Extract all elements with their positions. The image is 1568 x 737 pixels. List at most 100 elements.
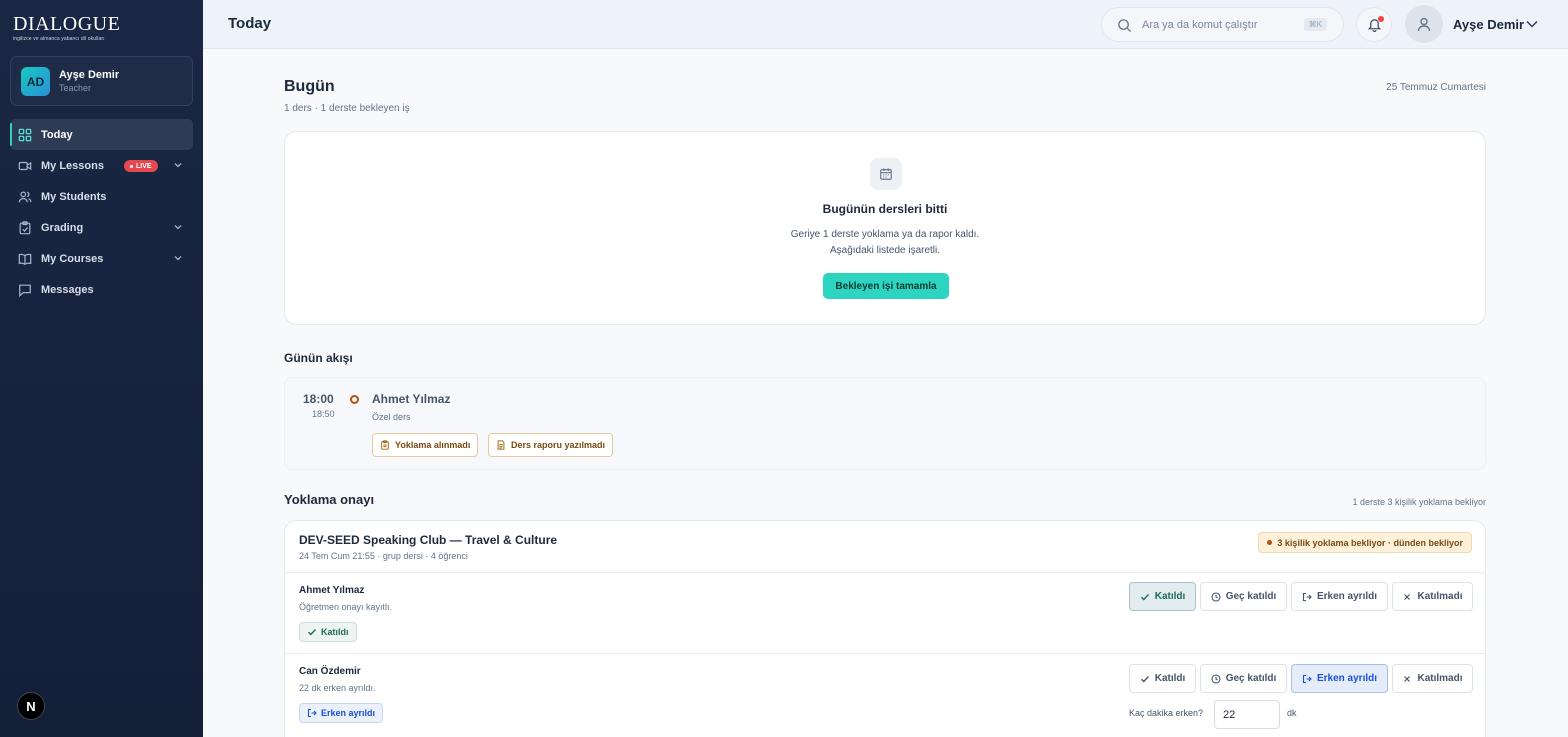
chevron-down-icon[interactable]	[173, 253, 183, 263]
option-label: Katılmadı	[1417, 673, 1463, 684]
pending-badge-label: 3 kişilik yoklama bekliyor · dünden bekl…	[1277, 537, 1463, 548]
option-label: Erken ayrıldı	[1316, 673, 1378, 684]
video-icon	[18, 161, 32, 170]
option-label: Geç katıldı	[1225, 591, 1277, 602]
chevron-down-icon[interactable]	[173, 222, 183, 232]
page-title: Today	[228, 15, 272, 32]
late-option[interactable]: Geç katıldı	[1200, 582, 1287, 611]
document-icon	[497, 440, 505, 450]
exit-icon	[307, 708, 317, 718]
clipboard-icon	[381, 440, 389, 450]
attendance-meta: 1 derste 3 kişilik yoklama bekliyor	[1352, 497, 1486, 507]
user-menu-avatar[interactable]	[1405, 5, 1443, 43]
close-icon	[1404, 675, 1411, 682]
today-summary: 1 ders · 1 derste bekleyen iş	[284, 103, 410, 114]
pending-badge: 3 kişilik yoklama bekliyor · dünden bekl…	[1258, 532, 1472, 553]
grid-icon	[18, 128, 32, 141]
chip-label: Ders raporu yazılmadı	[511, 440, 606, 450]
sidebar-item-my-lessons[interactable]: My Lessons LIVE	[10, 150, 193, 181]
search-box[interactable]: ⌘K	[1101, 7, 1344, 42]
brand-name: DIALOGUE	[13, 13, 121, 35]
status-dot-icon	[350, 395, 359, 404]
chevron-down-icon[interactable]	[1525, 17, 1539, 31]
calendar-icon	[880, 168, 892, 180]
avatar: AD	[21, 67, 50, 96]
attendance-heading: Yoklama onayı	[284, 492, 375, 507]
late-option[interactable]: Geç katıldı	[1200, 664, 1287, 693]
chevron-down-icon[interactable]	[173, 160, 183, 170]
divider	[285, 653, 1485, 654]
report-missing-chip[interactable]: Ders raporu yazılmadı	[488, 433, 614, 457]
lesson-end-time: 18:50	[312, 409, 335, 419]
sidebar-item-messages[interactable]: Messages	[10, 274, 193, 305]
clock-icon	[1211, 673, 1221, 684]
live-badge-label: LIVE	[135, 162, 152, 170]
topbar: Today ⌘K Ayşe Demir	[203, 0, 1568, 49]
live-badge: LIVE	[123, 159, 158, 172]
status-badge: Erken ayrıldı	[299, 703, 384, 723]
status-badge: Katıldı	[299, 622, 357, 642]
check-icon	[1140, 675, 1149, 683]
search-input[interactable]	[1142, 8, 1292, 41]
minutes-early-input[interactable]	[1214, 700, 1280, 729]
divider	[285, 572, 1485, 573]
option-label: Katılmadı	[1417, 591, 1463, 602]
notifications-button[interactable]	[1356, 7, 1392, 42]
done-text-line: Aşağıdaki listede işaretli.	[829, 245, 941, 256]
chip-label: Yoklama alınmadı	[395, 440, 471, 450]
sidebar-item-label: My Courses	[41, 252, 104, 265]
absent-option[interactable]: Katılmadı	[1392, 664, 1473, 693]
absent-option[interactable]: Katılmadı	[1392, 582, 1473, 611]
option-label: Geç katıldı	[1225, 673, 1277, 684]
brand-logo[interactable]: DIALOGUE ingilizce ve almanca yabancı di…	[13, 14, 120, 42]
minutes-early-label: Kaç dakika erken?	[1129, 708, 1204, 718]
student-name: Can Özdemir	[299, 666, 361, 677]
check-icon	[1140, 593, 1149, 601]
check-icon	[308, 629, 317, 636]
done-icon-box	[870, 158, 902, 190]
dev-tools-button[interactable]: N	[17, 692, 45, 720]
attended-option[interactable]: Katıldı	[1129, 582, 1196, 611]
today-date: 25 Temmuz Cumartesi	[1386, 82, 1486, 93]
sidebar-item-my-courses[interactable]: My Courses	[10, 243, 193, 274]
brand-tagline: ingilizce ve almanca yabancı dil okullar…	[13, 36, 105, 42]
sidebar-item-grading[interactable]: Grading	[10, 212, 193, 243]
class-meta: 24 Tem Cum 21:55 · grup dersi · 4 öğrenc…	[299, 551, 468, 561]
search-icon	[1118, 19, 1132, 33]
option-label: Katıldı	[1154, 591, 1186, 602]
sidebar-item-label: Messages	[41, 283, 94, 296]
clock-icon	[1211, 591, 1221, 602]
attended-option[interactable]: Katıldı	[1129, 664, 1196, 693]
search-shortcut: ⌘K	[1303, 18, 1327, 31]
status-badge-label: Katıldı	[321, 627, 349, 637]
class-title: DEV-SEED Speaking Club — Travel & Cultur…	[299, 533, 558, 547]
sidebar: DIALOGUE ingilizce ve almanca yabancı di…	[0, 0, 203, 737]
sidebar-item-my-students[interactable]: My Students	[10, 181, 193, 212]
users-icon	[18, 190, 32, 202]
today-heading: Bugün	[284, 78, 335, 95]
student-name: Ahmet Yılmaz	[299, 585, 365, 596]
attendance-missing-chip[interactable]: Yoklama alınmadı	[372, 433, 479, 457]
clipboard-icon	[19, 220, 31, 234]
user-card[interactable]: AD Ayşe Demir Teacher	[10, 56, 193, 106]
complete-pending-button[interactable]: Bekleyen işi tamamla	[823, 273, 949, 299]
status-badge-label: Erken ayrıldı	[321, 708, 376, 718]
done-text-line: Geriye 1 derste yoklama ya da rapor kald…	[790, 229, 980, 240]
sidebar-item-label: Grading	[41, 221, 84, 234]
user-icon	[1417, 17, 1431, 32]
sidebar-item-today[interactable]: Today	[10, 119, 193, 150]
message-icon	[19, 284, 31, 297]
left-early-option[interactable]: Erken ayrıldı	[1291, 664, 1388, 693]
warning-dot-icon	[1267, 540, 1273, 545]
sidebar-item-label: My Lessons	[41, 159, 104, 172]
flow-lesson-card[interactable]: 18:00 18:50 Ahmet Yılmaz Özel ders Yokla…	[284, 377, 1486, 470]
sidebar-item-label: Today	[41, 128, 73, 141]
close-icon	[1404, 593, 1411, 600]
left-early-option[interactable]: Erken ayrıldı	[1291, 582, 1388, 611]
exit-icon	[1302, 674, 1312, 683]
lesson-student-name: Ahmet Yılmaz	[372, 392, 451, 406]
lesson-start-time: 18:00	[303, 392, 334, 406]
user-menu-name[interactable]: Ayşe Demir	[1453, 17, 1524, 32]
sidebar-nav: Today My Lessons LIVE My Students Gradin…	[10, 119, 193, 305]
minutes-unit: dk	[1287, 708, 1297, 718]
